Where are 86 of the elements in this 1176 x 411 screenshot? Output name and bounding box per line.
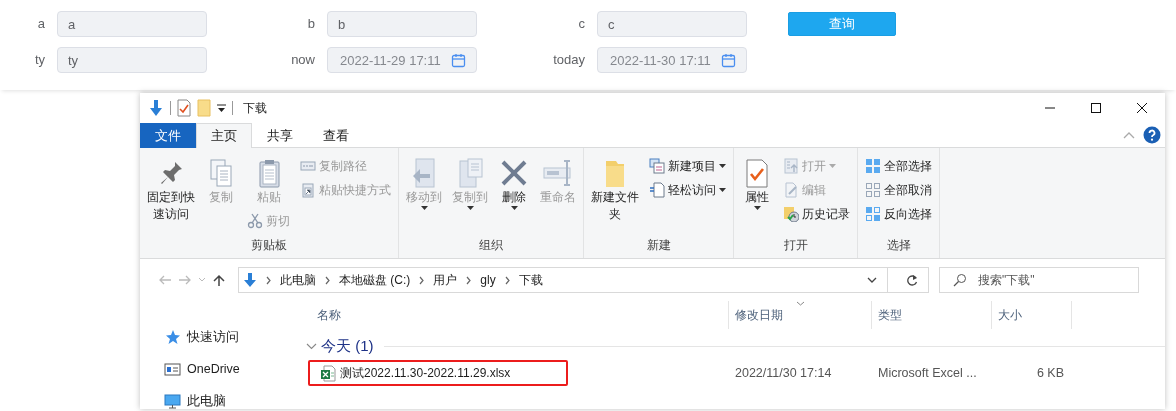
rename-icon [542, 157, 574, 189]
file-name: 测试2022.11.30-2022.11.29.xlsx [340, 364, 511, 382]
chevron-down-icon[interactable] [867, 277, 877, 283]
text-field[interactable]: b [327, 11, 477, 37]
ribbon-button[interactable]: 轻松访问 [646, 179, 729, 201]
field-label: ty [33, 51, 45, 69]
field-label: b [306, 15, 315, 33]
ribbon-button[interactable]: 固定到快速访问 [144, 155, 198, 225]
grid-icon [865, 206, 881, 222]
chevron-icon [503, 275, 511, 285]
download-arrow-icon[interactable] [148, 99, 164, 117]
field-label: today [552, 51, 585, 69]
spreadsheet-icon [320, 364, 336, 382]
download-arrow-icon [243, 272, 257, 288]
sidebar-item[interactable]: 此电脑 [140, 385, 300, 409]
chevron-icon [465, 275, 473, 285]
window-title: 下载 [243, 99, 267, 117]
close-icon [1136, 102, 1148, 114]
checklist-icon[interactable] [177, 99, 191, 117]
collapse-icon[interactable] [1123, 131, 1135, 139]
ribbon-button[interactable]: 属性 [738, 155, 776, 212]
ribbon-button[interactable]: 全部选择 [862, 155, 935, 177]
monitor-icon [164, 393, 181, 409]
up-arrow-icon[interactable] [212, 274, 226, 286]
ribbon-button[interactable]: 新建文件夹 [588, 155, 642, 225]
column-header[interactable]: 类型 [872, 301, 992, 329]
shortcut-icon [300, 182, 316, 198]
text-field[interactable]: a [57, 11, 207, 37]
chevron-icon [418, 275, 426, 285]
caret-icon[interactable] [217, 103, 226, 113]
chevron-icon [324, 275, 331, 285]
ribbon-button[interactable]: 全部取消 [862, 179, 935, 201]
star-icon [164, 329, 181, 345]
table-cell-text: 6 KB [1035, 366, 1065, 380]
group-header[interactable]: 今天 (1) [321, 336, 374, 356]
ribbon-tab[interactable]: 主页 [196, 123, 252, 148]
sidebar-item[interactable]: OneDrive [140, 353, 300, 385]
group-label: 选择 [885, 237, 912, 254]
breadcrumb[interactable]: 此电脑 [280, 271, 316, 289]
calendar-icon [721, 52, 736, 68]
refresh-icon [906, 273, 918, 287]
path-icon [300, 158, 316, 174]
document-icon [649, 182, 665, 198]
breadcrumb[interactable]: 用户 [433, 271, 458, 289]
chevron-icon [265, 275, 272, 285]
edit-icon [783, 182, 799, 198]
ribbon-tab[interactable]: 共享 [252, 123, 308, 148]
group-label: 打开 [782, 237, 809, 254]
column-header[interactable]: 大小 [992, 301, 1072, 329]
grid-icon [865, 182, 881, 198]
open-icon [783, 158, 799, 174]
field-label: a [36, 15, 45, 33]
sidebar-item[interactable]: 快速访问 [140, 321, 300, 353]
search-icon [953, 273, 967, 287]
ribbon-button[interactable]: 新建项目 [646, 155, 729, 177]
column-header[interactable]: 修改日期 [729, 301, 872, 329]
address-bar[interactable]: 此电脑 本地磁盘 (C:) 用户 gly 下载 [238, 267, 929, 293]
breadcrumb[interactable]: 本地磁盘 (C:) [339, 271, 411, 289]
breadcrumb[interactable]: 下载 [518, 271, 543, 289]
window-icon [164, 361, 181, 377]
sort-icon [796, 301, 805, 306]
text-field[interactable]: ty [57, 47, 207, 73]
maximize-icon [1090, 102, 1102, 114]
group-label: 组织 [478, 237, 504, 254]
history-icon [783, 206, 799, 222]
column-header[interactable]: 名称 [300, 301, 729, 329]
search-field[interactable]: 搜索"下载" [939, 267, 1139, 293]
field-label: c [577, 15, 585, 33]
field-label: now [290, 51, 315, 69]
grid-icon [865, 158, 881, 174]
group-label: 新建 [645, 237, 672, 254]
group-label: 剪贴板 [250, 237, 288, 254]
text-field[interactable]: c [597, 11, 747, 37]
ribbon-button[interactable]: 删除 [495, 155, 533, 212]
ribbon-tab[interactable]: 查看 [308, 123, 364, 148]
scissors-icon [247, 213, 263, 229]
ribbon-button[interactable]: 反向选择 [862, 203, 935, 225]
table-cell-text: 2022/11/30 17:14 [734, 366, 833, 380]
breadcrumb[interactable]: gly [480, 273, 496, 287]
ribbon-button[interactable]: 历史记录 [780, 203, 853, 225]
table-cell-text: Microsoft Excel ... [877, 366, 978, 380]
ribbon-tab[interactable]: 文件 [140, 123, 196, 148]
calendar-icon [451, 52, 466, 68]
new-item-icon [649, 158, 665, 174]
file-name-cell[interactable]: 测试2022.11.30-2022.11.29.xlsx [308, 360, 568, 386]
help-icon[interactable] [1143, 126, 1161, 144]
